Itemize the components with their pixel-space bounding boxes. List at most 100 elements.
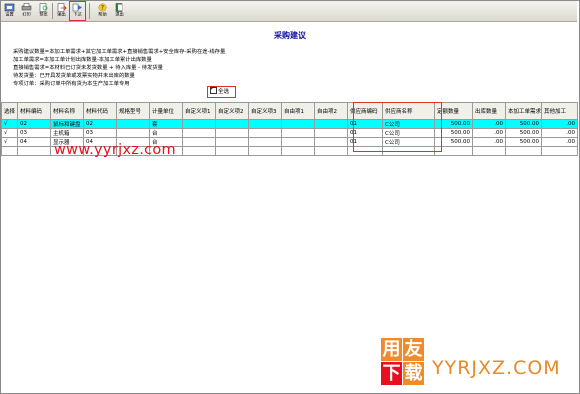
vendor-name[interactable]: C公司 bbox=[382, 119, 435, 129]
material-alias: 02 bbox=[83, 119, 117, 129]
material-code: 02 bbox=[17, 119, 51, 129]
page-title: 采购建议 bbox=[274, 31, 306, 40]
quota-qty: 500.00 bbox=[434, 137, 473, 147]
help-label: 帮助 bbox=[98, 12, 107, 18]
order-need: 500.00 bbox=[505, 137, 542, 147]
checkbox-icon bbox=[210, 84, 217, 94]
row-check[interactable]: √ bbox=[1, 128, 18, 138]
watermark-logo: 用 友 下 载 bbox=[381, 338, 427, 388]
column-header[interactable]: 材料代码 bbox=[83, 102, 117, 120]
column-header[interactable]: 自由项1 bbox=[281, 102, 315, 120]
print-button[interactable]: 打印 bbox=[19, 2, 34, 20]
free-cell bbox=[314, 128, 348, 138]
column-header[interactable]: 本加工单需求 bbox=[505, 102, 542, 120]
material-code: 03 bbox=[17, 128, 51, 138]
material-name: 鼠标和键盘 bbox=[50, 119, 84, 129]
row-check[interactable]: √ bbox=[1, 137, 18, 147]
column-header[interactable]: 供应商名称 bbox=[382, 102, 435, 120]
order-need: 500.00 bbox=[505, 128, 542, 138]
custom-cell bbox=[182, 137, 216, 147]
export-icon bbox=[57, 3, 67, 12]
logo-char: 用 bbox=[381, 338, 402, 361]
logo-char: 下 bbox=[381, 362, 402, 385]
table-row[interactable]: √ 03 主机箱 03 台 01 C公司 500.00 .00 500.00 .… bbox=[1, 128, 578, 138]
out-qty: .00 bbox=[472, 119, 506, 129]
formula-description: 采购建议数量=本加工单需求+其它加工单需求+直接销售需求+安全库存-采购在途-线… bbox=[13, 48, 353, 88]
unit: 台 bbox=[149, 128, 183, 138]
column-header[interactable]: 自由项2 bbox=[314, 102, 348, 120]
export-label: 输出 bbox=[57, 12, 66, 18]
exit-label: 退出 bbox=[115, 12, 124, 18]
toolbar: 设置 打印 预览 输出 下达 ? 帮助 退出 bbox=[1, 1, 577, 22]
other-need: .00 bbox=[541, 128, 578, 138]
free-cell bbox=[281, 128, 315, 138]
custom-cell bbox=[215, 128, 249, 138]
table-row[interactable]: √ 02 鼠标和键盘 02 套 01 C公司 500.00 .00 500.00… bbox=[1, 119, 578, 129]
free-cell bbox=[281, 119, 315, 129]
custom-cell bbox=[215, 119, 249, 129]
print-icon bbox=[21, 3, 32, 11]
formula-line: 待发货量：已开具发货单或发票实物并未出库的数量 bbox=[13, 73, 135, 80]
issue-icon bbox=[72, 3, 82, 12]
settings-icon bbox=[4, 3, 15, 12]
vendor-name[interactable]: C公司 bbox=[382, 137, 435, 147]
vendor-name[interactable]: C公司 bbox=[382, 128, 435, 138]
select-all-checkbox[interactable]: 全选 bbox=[207, 84, 236, 98]
material-name: 主机箱 bbox=[50, 128, 84, 138]
column-header[interactable]: 出库数量 bbox=[472, 102, 506, 120]
quota-qty: 500.00 bbox=[434, 119, 473, 129]
free-cell bbox=[281, 137, 315, 147]
out-qty: .00 bbox=[472, 137, 506, 147]
spec bbox=[116, 128, 150, 138]
help-button[interactable]: ? 帮助 bbox=[95, 2, 110, 20]
watermark-site: YYRJXZ.COM bbox=[432, 357, 561, 379]
issue-button[interactable]: 下达 bbox=[69, 1, 86, 21]
custom-cell bbox=[215, 137, 249, 147]
column-header[interactable]: 定额数量 bbox=[434, 102, 473, 120]
column-header[interactable]: 材料编码 bbox=[17, 102, 51, 120]
material-alias: 03 bbox=[83, 128, 117, 138]
settings-button[interactable]: 设置 bbox=[2, 2, 17, 20]
unit: 套 bbox=[149, 119, 183, 129]
vendor-code[interactable]: 01 bbox=[347, 128, 383, 138]
custom-cell bbox=[248, 128, 282, 138]
other-need: .00 bbox=[541, 119, 578, 129]
toolbar-separator bbox=[52, 3, 53, 19]
print-label: 打印 bbox=[22, 12, 31, 18]
custom-cell bbox=[248, 119, 282, 129]
preview-button[interactable]: 预览 bbox=[36, 2, 51, 20]
free-cell bbox=[314, 119, 348, 129]
preview-icon bbox=[39, 3, 48, 12]
svg-text:?: ? bbox=[101, 5, 104, 12]
other-need: .00 bbox=[541, 137, 578, 147]
column-header[interactable]: 计量单位 bbox=[149, 102, 183, 120]
column-header[interactable]: 自定义项3 bbox=[248, 102, 282, 120]
order-need: 500.00 bbox=[505, 119, 542, 129]
preview-label: 预览 bbox=[39, 12, 48, 18]
logo-char: 友 bbox=[403, 338, 424, 361]
help-icon: ? bbox=[98, 3, 107, 12]
column-header[interactable]: 规格型号 bbox=[116, 102, 150, 120]
free-cell bbox=[314, 137, 348, 147]
row-check[interactable]: √ bbox=[1, 119, 18, 129]
column-header[interactable]: 选择 bbox=[1, 102, 18, 120]
column-header[interactable]: 其他加工 bbox=[541, 102, 578, 120]
column-header[interactable]: 自定义项1 bbox=[182, 102, 216, 120]
exit-button[interactable]: 退出 bbox=[112, 2, 127, 20]
formula-line: 加工单需求=本加工单计划出库数量-本加工单累计出库数量 bbox=[13, 57, 152, 64]
exit-icon bbox=[115, 3, 123, 12]
vendor-code[interactable]: 01 bbox=[347, 119, 383, 129]
logo-char: 载 bbox=[403, 362, 424, 385]
spec bbox=[116, 119, 150, 129]
column-header[interactable]: 自定义项2 bbox=[215, 102, 249, 120]
settings-label: 设置 bbox=[5, 12, 14, 18]
column-header[interactable]: 材料名称 bbox=[50, 102, 84, 120]
material-code: 04 bbox=[17, 137, 51, 147]
formula-line: 采购建议数量=本加工单需求+其它加工单需求+直接销售需求+安全库存-采购在途-线… bbox=[13, 49, 226, 55]
out-qty: .00 bbox=[472, 128, 506, 138]
vendor-code[interactable]: 01 bbox=[347, 137, 383, 147]
column-header[interactable]: 供应商编码 bbox=[347, 102, 383, 120]
toolbar-separator bbox=[89, 3, 90, 19]
formula-line: 专项订单：采购订单中所有货为本生产加工单专用 bbox=[13, 81, 130, 88]
export-button[interactable]: 输出 bbox=[54, 2, 69, 20]
